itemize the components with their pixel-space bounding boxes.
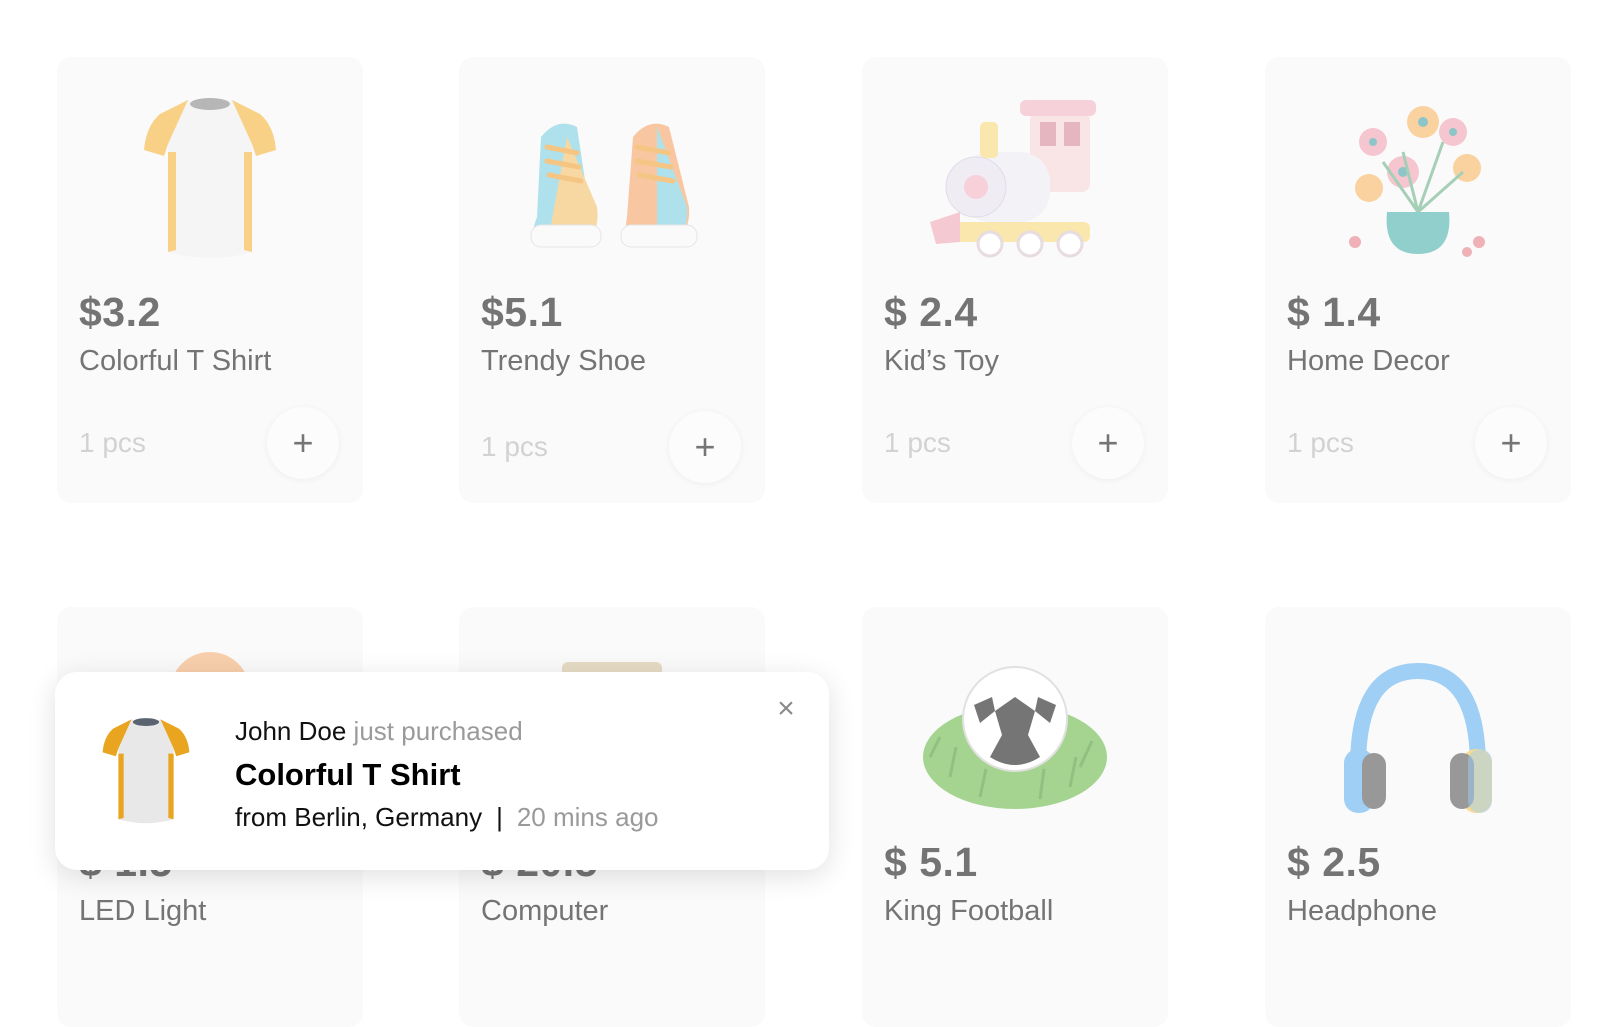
product-price: $ 5.1 — [884, 839, 978, 885]
product-price: $ 2.4 — [884, 289, 978, 335]
tshirt-icon — [57, 87, 363, 267]
product-name: Kid’s Toy — [884, 345, 999, 377]
add-to-cart-button[interactable]: + — [1475, 407, 1547, 479]
buyer-location: from Berlin, Germany — [235, 802, 483, 832]
product-card[interactable]: $5.1 Trendy Shoe 1 pcs + — [459, 57, 765, 503]
product-price: $5.1 — [481, 289, 563, 335]
product-card[interactable]: $ 2.4 Kid’s Toy 1 pcs + — [862, 57, 1168, 503]
product-price: $3.2 — [79, 289, 161, 335]
purchase-action: just purchased — [353, 716, 523, 746]
buyer-name: John Doe — [235, 716, 347, 746]
purchase-notification[interactable]: John Doe just purchased Colorful T Shirt… — [55, 672, 829, 870]
product-card[interactable]: $ 2.5 Headphone — [1265, 607, 1571, 1027]
close-icon[interactable]: × — [771, 694, 801, 724]
product-name: King Football — [884, 895, 1054, 927]
product-name: LED Light — [79, 895, 207, 927]
product-name: Headphone — [1287, 895, 1437, 927]
meta-separator: | — [496, 802, 503, 832]
shoe-icon — [459, 87, 765, 267]
product-card[interactable]: $3.2 Colorful T Shirt 1 pcs + — [57, 57, 363, 503]
product-quantity: 1 pcs — [1287, 427, 1354, 458]
add-to-cart-button[interactable]: + — [669, 411, 741, 483]
add-to-cart-button[interactable]: + — [1072, 407, 1144, 479]
flower-vase-icon — [1265, 87, 1571, 267]
tshirt-icon — [91, 710, 201, 830]
product-card[interactable]: $ 5.1 King Football — [862, 607, 1168, 1027]
product-card[interactable]: $ 1.4 Home Decor 1 pcs + — [1265, 57, 1571, 503]
headphone-icon — [1265, 647, 1571, 827]
add-to-cart-button[interactable]: + — [267, 407, 339, 479]
product-name: Trendy Shoe — [481, 345, 646, 377]
purchased-product-name: Colorful T Shirt — [235, 757, 461, 792]
product-name: Computer — [481, 895, 609, 927]
product-quantity: 1 pcs — [884, 427, 951, 458]
product-price: $ 1.4 — [1287, 289, 1381, 335]
product-price: $ 2.5 — [1287, 839, 1381, 885]
product-name: Home Decor — [1287, 345, 1450, 377]
product-quantity: 1 pcs — [481, 431, 548, 462]
product-quantity: 1 pcs — [79, 427, 146, 458]
football-icon — [862, 647, 1168, 827]
product-name: Colorful T Shirt — [79, 345, 272, 377]
notification-meta-line: from Berlin, Germany | 20 mins ago — [235, 802, 659, 833]
purchase-time: 20 mins ago — [516, 802, 659, 832]
notification-buyer-line: John Doe just purchased — [235, 716, 523, 747]
toy-train-icon — [862, 87, 1168, 267]
